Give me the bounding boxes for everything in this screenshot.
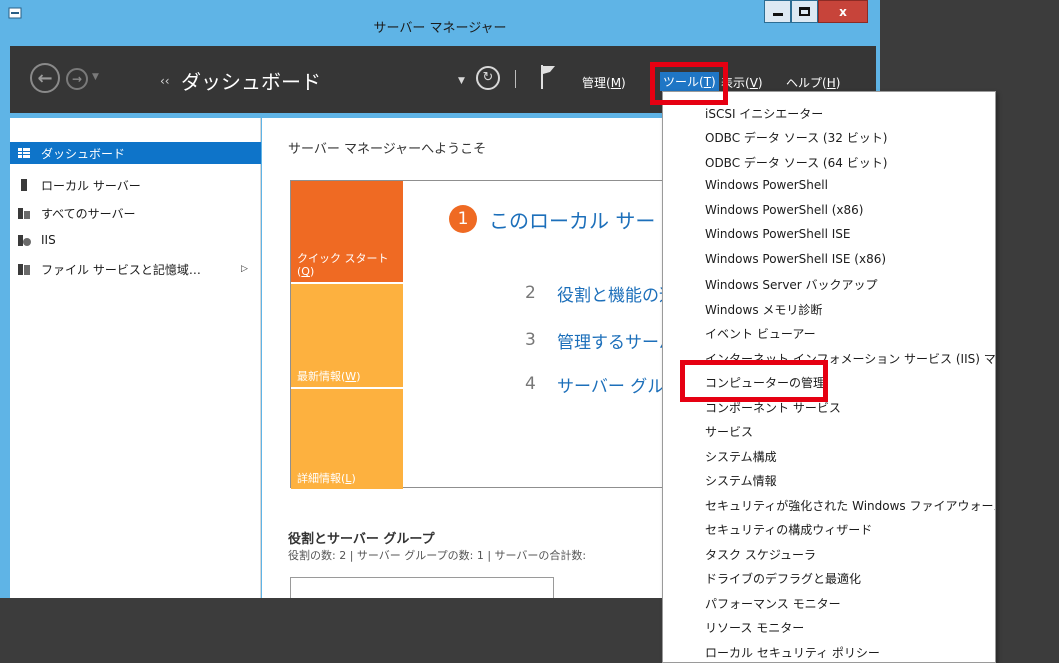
tools-item-services[interactable]: サービス [705, 423, 753, 440]
menu-help[interactable]: ヘルプ(H) [786, 74, 840, 91]
tools-item-powershell-ise[interactable]: Windows PowerShell ISE [705, 227, 851, 241]
tools-item-system-information[interactable]: システム情報 [705, 472, 777, 489]
menu-view-suffix: ) [757, 76, 763, 90]
back-arrow-icon: ← [37, 67, 53, 89]
menu-help-accesskey: H [826, 76, 836, 90]
breadcrumb-arrows-icon: ‹‹ [160, 74, 170, 88]
role-card[interactable] [290, 577, 554, 598]
tools-item-server-backup[interactable]: Windows Server バックアップ [705, 276, 878, 293]
step-4-number: 4 [525, 374, 536, 394]
history-dropdown-icon[interactable]: ▼ [92, 72, 99, 82]
dashboard-icon [18, 148, 30, 158]
back-button[interactable]: ← [30, 63, 60, 93]
maximize-icon [799, 7, 810, 16]
tile-quick-start[interactable]: クイック スタート (Q) [291, 181, 403, 282]
tile-learn-more[interactable]: 詳細情報(L) [291, 389, 403, 489]
sidebar-item-local-server[interactable]: ローカル サーバー [10, 174, 261, 196]
tools-item-odbc-32[interactable]: ODBC データ ソース (32 ビット) [705, 129, 887, 146]
minimize-icon [772, 13, 783, 16]
tools-item-powershell[interactable]: Windows PowerShell [705, 178, 828, 192]
tools-item-resource-monitor[interactable]: リソース モニター [705, 619, 804, 636]
step-1-badge: 1 [449, 205, 477, 233]
page-title: ダッシュボード [181, 70, 321, 94]
tools-item-odbc-64[interactable]: ODBC データ ソース (64 ビット) [705, 154, 887, 171]
tile-whats-new-text: 最新情報 [297, 370, 341, 383]
toolbar-divider [515, 70, 516, 88]
sidebar-item-dashboard[interactable]: ダッシュボード [10, 142, 261, 164]
welcome-tiles-panel: クイック スタート (Q) 最新情報(W) 詳細情報(L) 1 このローカル サー… [290, 180, 697, 489]
tools-item-security-config-wizard[interactable]: セキュリティの構成ウィザード [705, 521, 872, 538]
sidebar-item-label: ダッシュボード [41, 146, 126, 161]
roles-section-title: 役割とサーバー グループ [288, 532, 435, 547]
tools-item-defragment[interactable]: ドライブのデフラグと最適化 [705, 570, 861, 587]
tile-learn-more-text: 詳細情報 [297, 472, 341, 485]
step-2-number: 2 [525, 283, 536, 303]
tools-item-powershell-x86[interactable]: Windows PowerShell (x86) [705, 203, 863, 217]
menu-help-label: ヘルプ( [786, 76, 827, 90]
tile-whats-new-accesskey: W [345, 370, 357, 383]
notifications-flag-icon[interactable] [538, 63, 558, 91]
maximize-button[interactable] [791, 0, 818, 23]
file-services-icon [18, 264, 30, 275]
menu-manage-suffix: ) [621, 76, 626, 90]
desktop: サーバー マネージャー x ← → ▼ ‹‹ ダッシュボード ▼ ↻ 管理(M)… [0, 0, 1059, 663]
step-1-link[interactable]: このローカル サー [489, 205, 655, 234]
tools-item-powershell-ise-x86[interactable]: Windows PowerShell ISE (x86) [705, 252, 886, 266]
sidebar-item-label: すべてのサーバー [41, 206, 136, 221]
sidebar-item-iis[interactable]: IIS [10, 229, 261, 251]
tools-item-firewall-advanced[interactable]: セキュリティが強化された Windows ファイアウォール [705, 497, 995, 514]
menu-manage-label: 管理( [582, 76, 611, 90]
sidebar: ダッシュボード ローカル サーバー すべてのサーバー IIS ファイル サービス… [10, 118, 261, 598]
menu-manage-accesskey: M [610, 76, 622, 90]
refresh-icon[interactable]: ↻ [476, 66, 500, 90]
sidebar-item-file-services[interactable]: ファイル サービスと記憶域… ▷ [10, 258, 261, 280]
menu-view-accesskey: V [749, 76, 758, 90]
server-icon [21, 179, 27, 191]
tile-quick-start-text: クイック スタート [297, 252, 389, 265]
menu-help-suffix: ) [835, 76, 841, 90]
tools-item-system-configuration[interactable]: システム構成 [705, 448, 777, 465]
expand-arrow-icon[interactable]: ▷ [241, 264, 248, 274]
servers-icon [18, 208, 30, 219]
title-bar: サーバー マネージャー x [0, 0, 880, 46]
forward-button[interactable]: → [66, 68, 88, 90]
tile-learn-more-accesskey: L [345, 472, 352, 485]
highlight-tools-menu [650, 62, 728, 105]
close-button[interactable]: x [818, 0, 868, 23]
sidebar-item-label: ローカル サーバー [41, 178, 141, 193]
tools-item-event-viewer[interactable]: イベント ビューアー [705, 325, 816, 342]
tools-item-memory-diagnostic[interactable]: Windows メモリ診断 [705, 301, 822, 318]
step-2-link[interactable]: 役割と機能の追 [557, 281, 676, 306]
tools-item-performance-monitor[interactable]: パフォーマンス モニター [705, 595, 841, 612]
breadcrumb-dropdown-icon[interactable]: ▼ [458, 76, 465, 86]
highlight-computer-management [680, 360, 828, 402]
iis-icon [18, 235, 31, 246]
sidebar-item-label: ファイル サービスと記憶域… [41, 262, 201, 277]
welcome-heading: サーバー マネージャーへようこそ [288, 142, 487, 157]
step-3-number: 3 [525, 330, 536, 350]
menu-manage[interactable]: 管理(M) [582, 74, 626, 91]
tile-whats-new-label: 最新情報(W) [297, 370, 361, 383]
window-title: サーバー マネージャー [373, 21, 507, 36]
window-controls: x [764, 0, 868, 27]
minimize-button[interactable] [764, 0, 791, 23]
tile-quick-start-label: クイック スタート (Q) [297, 252, 389, 278]
tools-item-iscsi-initiator[interactable]: iSCSI イニシエーター [705, 105, 823, 122]
forward-arrow-icon: → [71, 72, 83, 86]
roles-summary: 役割の数: 2 | サーバー グループの数: 1 | サーバーの合計数: [288, 549, 587, 562]
tile-quick-start-accesskey: Q [301, 265, 310, 278]
close-icon: x [839, 4, 847, 19]
tools-item-task-scheduler[interactable]: タスク スケジューラ [705, 546, 816, 563]
tile-learn-more-label: 詳細情報(L) [297, 472, 356, 485]
sidebar-item-all-servers[interactable]: すべてのサーバー [10, 202, 261, 224]
tools-item-local-security-policy[interactable]: ローカル セキュリティ ポリシー [705, 644, 880, 661]
sidebar-item-label: IIS [41, 233, 56, 247]
tile-whats-new[interactable]: 最新情報(W) [291, 284, 403, 387]
